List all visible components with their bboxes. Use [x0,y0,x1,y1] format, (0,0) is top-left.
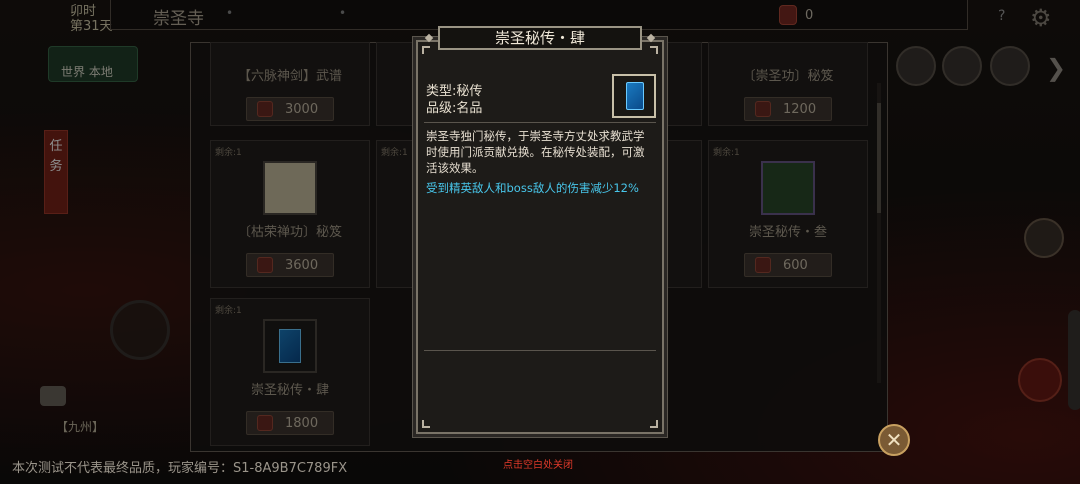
item-icon-frame [612,74,656,118]
frame-corner [422,420,430,428]
divider [424,350,656,351]
popup-title: 崇圣秘传・肆 [494,29,585,47]
close-hint: 点击空白处关闭 [503,460,573,471]
frame-corner [650,420,658,428]
item-effect: 受到精英敌人和boss敌人的伤害减少12% [426,181,639,195]
divider [424,122,656,123]
item-description: 崇圣寺独门秘传，于崇圣寺方丈处求教武学时使用门派贡献兑换。在秘传处装配，可激活该… [426,129,645,175]
close-button[interactable]: ✕ [878,424,910,456]
item-grade-row: 品级:名品 [426,97,482,116]
grade-label: 品级: [426,101,457,116]
frame-corner [650,46,658,54]
blue-manual-icon [626,82,644,110]
popup-title-banner: 崇圣秘传・肆 [424,26,656,50]
frame-corner [422,46,430,54]
test-watermark: 本次测试不代表最终品质，玩家编号：S1-8A9B7C789FX [12,461,348,476]
grade-value: 名品 [456,101,483,116]
